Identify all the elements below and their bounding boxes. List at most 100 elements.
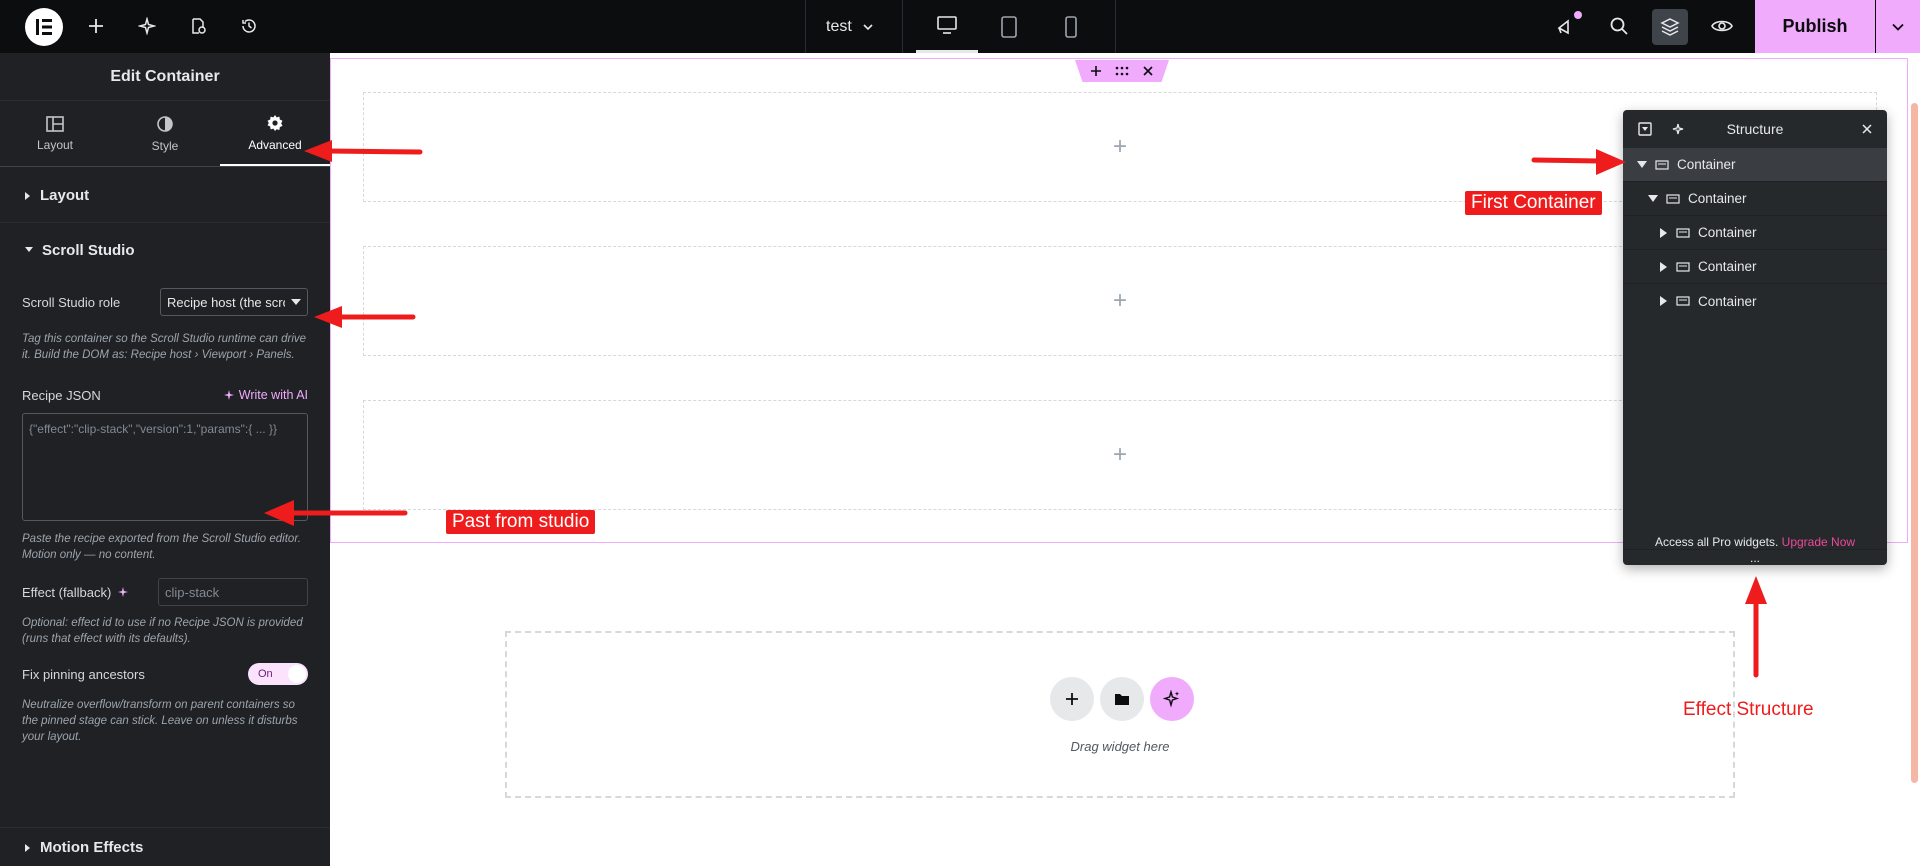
- caret-down-icon: [1648, 194, 1658, 202]
- caret-right-icon: [1660, 261, 1667, 272]
- mobile-icon[interactable]: [1040, 0, 1102, 53]
- section-scroll-studio-title: Scroll Studio: [42, 241, 135, 259]
- fix-pinning-toggle[interactable]: On: [248, 663, 308, 685]
- tablet-icon[interactable]: [978, 0, 1040, 53]
- drag-handle-icon[interactable]: [1115, 66, 1129, 76]
- upgrade-now-link[interactable]: Upgrade Now: [1782, 535, 1855, 549]
- publish-options-button[interactable]: [1876, 0, 1920, 53]
- add-element-icon[interactable]: +: [1113, 287, 1127, 315]
- structure-layers-icon[interactable]: [1652, 9, 1688, 45]
- ai-generate-button[interactable]: [1150, 677, 1194, 721]
- tree-item-container[interactable]: Container: [1623, 216, 1887, 250]
- tab-layout[interactable]: Layout: [0, 101, 110, 166]
- structure-header: Structure: [1623, 110, 1887, 148]
- tree-item-container[interactable]: Container: [1623, 250, 1887, 284]
- effect-fallback-label: Effect (fallback): [22, 584, 112, 600]
- close-icon[interactable]: [1859, 121, 1875, 137]
- scroll-role-help: Tag this container so the Scroll Studio …: [22, 333, 307, 361]
- separator: [902, 0, 903, 53]
- structure-resize-handle[interactable]: ...: [1623, 549, 1887, 565]
- tree-item-label: Container: [1698, 225, 1757, 240]
- add-section-button[interactable]: [1050, 677, 1094, 721]
- effect-fallback-help: Optional: effect id to use if no Recipe …: [22, 617, 303, 645]
- section-motion-effects-title: Motion Effects: [40, 839, 144, 856]
- notification-badge: [1574, 11, 1582, 19]
- add-element-icon[interactable]: +: [1113, 133, 1127, 161]
- top-bar: test Publish: [0, 0, 1920, 53]
- caret-right-icon: [25, 843, 30, 852]
- preview-eye-icon[interactable]: [1710, 14, 1734, 38]
- scroll-role-label: Scroll Studio role: [22, 294, 121, 310]
- ai-sparkle-icon: [223, 390, 234, 400]
- tree-item-container[interactable]: Container: [1623, 148, 1887, 182]
- add-container-icon[interactable]: [1091, 66, 1101, 76]
- collapse-all-icon[interactable]: [1637, 121, 1653, 137]
- ai-sparkle-icon: [118, 587, 129, 597]
- fix-pinning-control: Fix pinning ancestors On: [0, 661, 330, 687]
- tab-style[interactable]: Style: [110, 101, 220, 166]
- desktop-icon[interactable]: [916, 0, 978, 53]
- drop-zone-text: Drag widget here: [1070, 739, 1170, 754]
- annotation-first-container: First Container: [1465, 191, 1602, 215]
- tree-item-label: Container: [1688, 191, 1747, 206]
- effect-fallback-input[interactable]: clip-stack: [158, 578, 308, 606]
- add-element-icon[interactable]: +: [1113, 441, 1127, 469]
- container-handle[interactable]: [1075, 60, 1169, 82]
- publish-button[interactable]: Publish: [1755, 0, 1875, 53]
- folder-icon: [1115, 694, 1129, 705]
- chevron-down-icon: [1892, 23, 1904, 31]
- section-layout[interactable]: Layout: [0, 169, 330, 223]
- widget-drop-zone[interactable]: Drag widget here: [505, 631, 1735, 798]
- ai-sparkle-icon[interactable]: [1671, 121, 1687, 137]
- canvas-scrollbar[interactable]: [1909, 53, 1920, 866]
- section-scroll-studio[interactable]: Scroll Studio: [0, 223, 330, 277]
- style-icon: [157, 115, 173, 132]
- document-title: test: [826, 17, 852, 35]
- scroll-role-select[interactable]: Recipe host (the scroll: [160, 288, 308, 316]
- elementor-logo-icon[interactable]: [25, 8, 63, 46]
- structure-title: Structure: [1726, 121, 1784, 137]
- structure-panel: Structure Container Container Container …: [1623, 110, 1887, 565]
- container-icon: [1655, 159, 1669, 170]
- recipe-json-textarea[interactable]: {"effect":"clip-stack","version":1,"para…: [22, 413, 308, 521]
- gear-icon: [267, 114, 283, 131]
- separator: [805, 0, 806, 53]
- caret-down-icon: [25, 247, 33, 252]
- container-icon: [1676, 261, 1690, 272]
- container-icon: [1666, 193, 1680, 204]
- section-motion-effects[interactable]: Motion Effects: [0, 827, 330, 867]
- tab-layout-label: Layout: [36, 137, 74, 152]
- scroll-role-value: Recipe host (the scroll: [167, 294, 285, 310]
- tree-item-container[interactable]: Container: [1623, 284, 1887, 318]
- layout-icon: [46, 115, 64, 132]
- write-with-ai-label: Write with AI: [238, 388, 308, 402]
- caret-down-icon: [1637, 160, 1647, 168]
- template-library-button[interactable]: [1100, 677, 1144, 721]
- search-icon[interactable]: [1607, 14, 1631, 38]
- recipe-json-help: Paste the recipe exported from the Scrol…: [22, 533, 301, 561]
- document-title-dropdown[interactable]: test: [826, 0, 874, 53]
- panel-title: Edit Container: [0, 53, 330, 101]
- delete-container-icon[interactable]: [1143, 66, 1153, 76]
- panel-tabs: Layout Style Advanced: [0, 101, 330, 167]
- write-with-ai-button[interactable]: Write with AI: [223, 388, 308, 402]
- tree-item-container[interactable]: Container: [1623, 182, 1887, 216]
- page-settings-icon[interactable]: [186, 14, 210, 38]
- history-icon[interactable]: [237, 14, 261, 38]
- ai-sparkle-icon: [1163, 690, 1180, 708]
- caret-right-icon: [1660, 296, 1667, 306]
- add-icon[interactable]: [84, 14, 108, 38]
- ai-sparkle-icon[interactable]: [135, 14, 159, 38]
- tab-advanced[interactable]: Advanced: [220, 101, 330, 166]
- recipe-json-label: Recipe JSON: [22, 387, 101, 403]
- annotation-past-from-studio: Past from studio: [446, 510, 596, 534]
- tab-style-label: Style: [151, 138, 179, 153]
- toggle-state-label: On: [258, 668, 273, 680]
- toggle-knob: [288, 665, 306, 683]
- pro-widgets-text: Access all Pro widgets.: [1654, 535, 1779, 549]
- tree-item-label: Container: [1698, 293, 1757, 309]
- chevron-down-icon: [862, 21, 874, 33]
- tree-item-label: Container: [1677, 157, 1736, 172]
- scrollbar-thumb[interactable]: [1911, 103, 1918, 783]
- fix-pinning-label: Fix pinning ancestors: [22, 666, 145, 682]
